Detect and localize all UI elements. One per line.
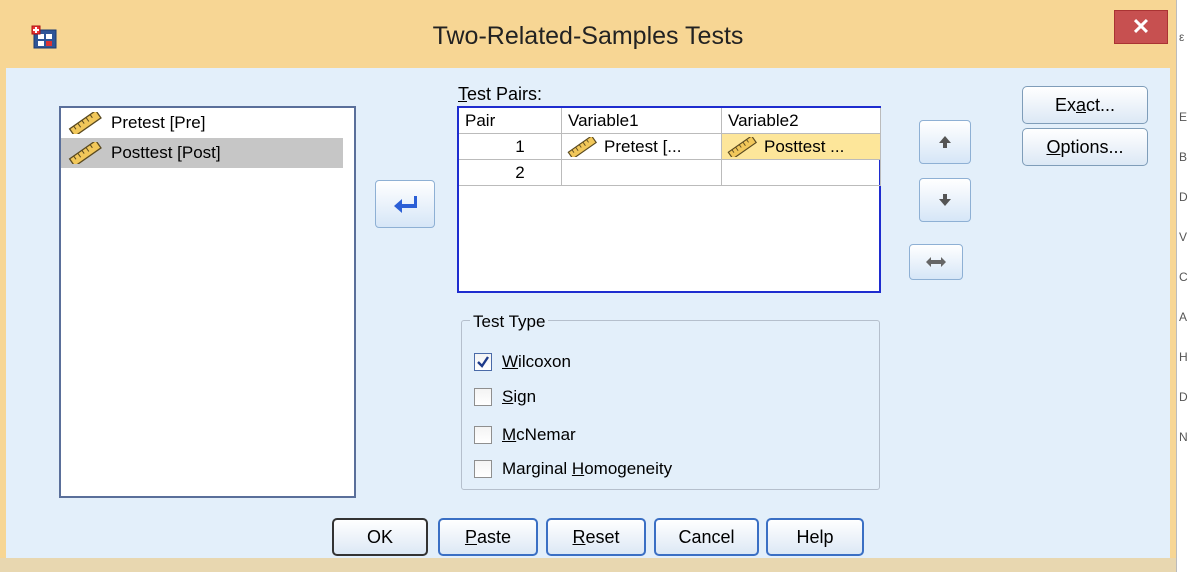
help-button[interactable]: Help	[766, 518, 864, 556]
options-button[interactable]: Options...	[1022, 128, 1148, 166]
arrow-down-icon	[939, 194, 951, 206]
arrow-back-icon	[394, 196, 417, 213]
grid-header-row: Pair Variable1 Variable2	[459, 108, 881, 134]
move-down-button[interactable]	[919, 178, 971, 222]
edge-text: E	[1179, 110, 1188, 124]
edge-text: D	[1179, 190, 1188, 204]
source-variable-list[interactable]: Pretest [Pre] Posttest [Post]	[59, 106, 356, 498]
table-row[interactable]: 2	[459, 160, 881, 186]
move-up-button[interactable]	[919, 120, 971, 164]
variable-label: Posttest [Post]	[111, 143, 221, 162]
pair-number: 2	[459, 160, 562, 186]
edge-text: ε	[1179, 30, 1185, 44]
edge-text: B	[1179, 150, 1188, 164]
wilcoxon-checkbox[interactable]: Wilcoxon	[474, 352, 571, 372]
dialog-window: Two-Related-Samples Tests ✕ Pretest [Pre…	[0, 0, 1176, 572]
column-header-variable2: Variable2	[722, 108, 881, 134]
checkmark-icon	[477, 356, 489, 368]
edge-text: N	[1179, 430, 1188, 444]
column-header-variable1: Variable1	[562, 108, 722, 134]
variable-label: Pretest [Pre]	[111, 113, 206, 132]
ok-button[interactable]: OK	[332, 518, 428, 556]
scale-variable-icon	[67, 142, 103, 164]
marginal-homogeneity-checkbox[interactable]: Marginal Homogeneity	[474, 459, 672, 479]
variable1-value: Pretest [...	[604, 136, 682, 156]
variable2-value: Posttest ...	[764, 136, 845, 156]
sign-checkbox[interactable]: Sign	[474, 387, 536, 407]
edge-text: A	[1179, 310, 1188, 324]
edge-text: H	[1179, 350, 1188, 364]
variable-item-selected[interactable]: Posttest [Post]	[61, 138, 343, 168]
column-header-pair: Pair	[459, 108, 562, 134]
test-pairs-label: Test Pairs:	[458, 84, 543, 104]
title-bar: Two-Related-Samples Tests ✕	[0, 0, 1176, 68]
variable-item[interactable]: Pretest [Pre]	[61, 108, 354, 138]
exact-button[interactable]: Exact...	[1022, 86, 1148, 124]
checkbox-box[interactable]	[474, 426, 492, 444]
variable1-cell[interactable]: Pretest [...	[562, 134, 722, 160]
checkbox-box[interactable]	[474, 353, 492, 371]
swap-variables-button[interactable]	[909, 244, 963, 280]
variable1-cell[interactable]	[562, 160, 722, 186]
scale-variable-icon	[67, 112, 103, 134]
edge-text: D	[1179, 390, 1188, 404]
variable2-cell[interactable]	[722, 160, 881, 186]
test-pairs-grid[interactable]: Pair Variable1 Variable2 1 Pretest [... …	[457, 106, 881, 293]
dialog-title: Two-Related-Samples Tests	[432, 22, 744, 50]
test-type-legend: Test Type	[470, 312, 549, 332]
edge-text: V	[1179, 230, 1188, 244]
wilcoxon-label: Wilcoxon	[502, 352, 571, 371]
close-icon: ✕	[1131, 14, 1151, 39]
scale-variable-icon	[726, 137, 758, 157]
reset-button[interactable]: Reset	[546, 518, 646, 556]
sign-label: Sign	[502, 387, 537, 406]
checkbox-box[interactable]	[474, 388, 492, 406]
variable2-cell[interactable]: Posttest ...	[722, 134, 881, 160]
edge-text: C	[1179, 270, 1188, 284]
arrow-up-icon	[939, 136, 951, 148]
checkbox-box[interactable]	[474, 460, 492, 478]
pair-number: 1	[459, 134, 562, 160]
swap-icon	[926, 257, 946, 267]
move-variable-button[interactable]	[375, 180, 435, 228]
table-row[interactable]: 1 Pretest [... Posttest ...	[459, 134, 881, 160]
cancel-button[interactable]: Cancel	[654, 518, 759, 556]
marginal-homogeneity-label: Marginal Homogeneity	[502, 459, 673, 478]
scale-variable-icon	[566, 137, 598, 157]
mcnemar-checkbox[interactable]: McNemar	[474, 425, 576, 445]
close-button[interactable]: ✕	[1114, 10, 1168, 44]
background-window-edge: ε E B D V C A H D N	[1176, 0, 1194, 572]
window-bottom-border	[0, 558, 1176, 572]
mcnemar-label: McNemar	[502, 425, 576, 444]
paste-button[interactable]: Paste	[438, 518, 538, 556]
